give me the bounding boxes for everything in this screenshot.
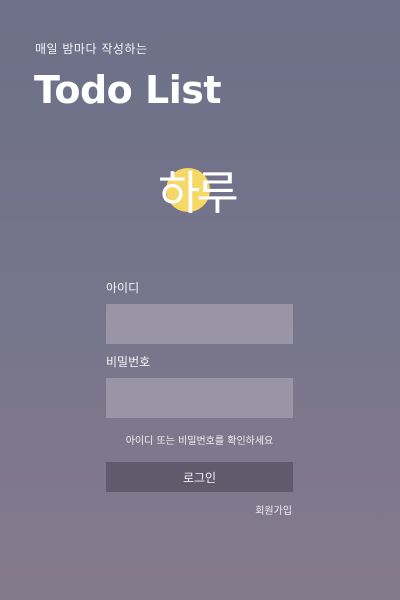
id-label: 아이디 bbox=[106, 281, 140, 295]
password-label: 비밀번호 bbox=[106, 355, 151, 369]
app-logo: 하루 bbox=[158, 160, 248, 240]
login-button[interactable]: 로그인 bbox=[106, 462, 293, 492]
signup-link[interactable]: 회원가입 bbox=[255, 502, 292, 517]
password-input[interactable] bbox=[106, 378, 293, 418]
error-message: 아이디 또는 비밀번호를 확인하세요 bbox=[125, 436, 274, 447]
page-title: Todo List bbox=[34, 68, 222, 112]
id-input[interactable] bbox=[106, 304, 293, 344]
logo-text: 하루 bbox=[158, 166, 239, 220]
page-subtitle: 매일 밤마다 작성하는 bbox=[35, 42, 148, 56]
